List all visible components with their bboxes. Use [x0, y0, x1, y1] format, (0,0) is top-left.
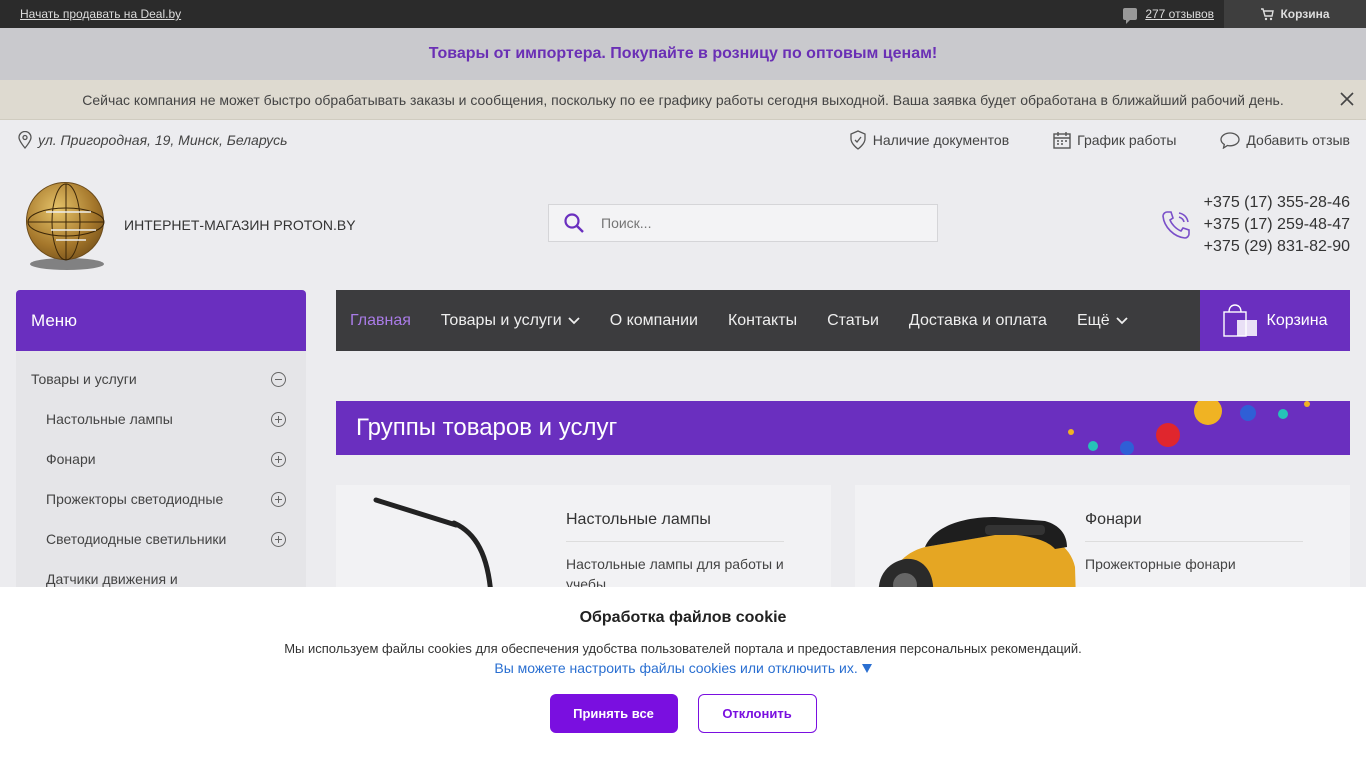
add-review-label: Добавить отзыв	[1246, 132, 1350, 148]
reviews-link[interactable]: 277 отзывов	[1145, 7, 1214, 21]
expand-icon[interactable]	[271, 451, 286, 467]
decor-dot	[1304, 401, 1310, 407]
documents-label: Наличие документов	[872, 132, 1010, 148]
close-icon[interactable]	[1338, 90, 1356, 108]
sidebar-item-label: Настольные лампы	[46, 411, 173, 427]
expand-icon[interactable]	[271, 491, 286, 507]
triangle-down-icon	[861, 664, 872, 673]
card-title[interactable]: Фонари	[1085, 511, 1303, 542]
cart-icon	[1261, 7, 1275, 20]
cookie-title: Обработка файлов cookie	[579, 609, 787, 626]
sidebar-item-floodlights[interactable]: Прожекторы светодиодные	[16, 479, 306, 519]
site-header: ИНТЕРНЕТ-МАГАЗИН PROTON.BY +375 (17) 355…	[0, 160, 1366, 290]
cookie-buttons: Принять все Отклонить	[0, 694, 1366, 733]
nav-cart-label: Корзина	[1266, 311, 1328, 329]
calendar-icon	[1053, 132, 1071, 149]
nav-products-label: Товары и услуги	[440, 311, 562, 329]
top-bar-right: 277 отзывов Корзина	[1123, 0, 1366, 28]
decor-dot	[1156, 423, 1180, 447]
nav-contacts[interactable]: Контакты	[728, 312, 797, 330]
main-nav: Главная Товары и услуги О компании Конта…	[336, 290, 1350, 351]
shield-check-icon	[850, 130, 866, 150]
sidebar-item-label: Фонари	[46, 451, 96, 467]
reviews-link-wrap[interactable]: 277 отзывов	[1123, 7, 1214, 24]
speech-bubble-icon	[1220, 131, 1241, 149]
globe-logo-icon	[24, 180, 108, 270]
phones: +375 (17) 355-28-46 +375 (17) 259-48-47 …	[1160, 194, 1350, 256]
chevron-down-icon	[1116, 316, 1128, 324]
schedule-label: График работы	[1077, 132, 1177, 148]
phone-number-1[interactable]: +375 (17) 355-28-46	[1204, 194, 1350, 212]
nav-home[interactable]: Главная	[350, 312, 411, 330]
nav-cart-button[interactable]: Корзина	[1200, 290, 1350, 351]
info-links: Наличие документов График работы Добавит…	[849, 130, 1350, 150]
groups-heading-text: Группы товаров и услуг	[356, 414, 618, 441]
decor-dot	[1278, 409, 1288, 419]
cookie-settings-link[interactable]: Вы можете настроить файлы cookies или от…	[0, 660, 1366, 676]
notice-text: Сейчас компания не может быстро обрабаты…	[82, 91, 1284, 108]
logo-text: ИНТЕРНЕТ-МАГАЗИН PROTON.BY	[124, 217, 356, 233]
expand-icon[interactable]	[271, 531, 286, 547]
schedule-link[interactable]: График работы	[1053, 131, 1176, 149]
address-text: ул. Пригородная, 19, Минск, Беларусь	[38, 132, 288, 148]
shopping-bag-icon	[1222, 303, 1257, 337]
phone-number-2[interactable]: +375 (17) 259-48-47	[1204, 216, 1350, 234]
comment-icon	[1123, 8, 1138, 24]
search-icon[interactable]	[563, 212, 585, 234]
top-bar: Начать продавать на Deal.by 277 отзывов …	[0, 0, 1366, 28]
phone-icon[interactable]	[1160, 209, 1192, 241]
sidebar-item-label: Светодиодные светильники	[46, 531, 227, 547]
documents-link[interactable]: Наличие документов	[849, 130, 1009, 150]
decor-dot	[1240, 405, 1256, 421]
nav-about[interactable]: О компании	[610, 312, 698, 330]
cookie-text: Мы используем файлы cookies для обеспече…	[284, 641, 1082, 656]
decline-button[interactable]: Отклонить	[697, 694, 817, 733]
sidebar-item-led-fixtures[interactable]: Светодиодные светильники	[16, 519, 306, 559]
decor-dot	[1068, 429, 1074, 435]
chevron-down-icon	[568, 316, 580, 324]
sidebar-item-products[interactable]: Товары и услуги	[16, 359, 306, 399]
sidebar-item-label: Товары и услуги	[31, 371, 137, 387]
phone-list: +375 (17) 355-28-46 +375 (17) 259-48-47 …	[1204, 194, 1350, 256]
decor-dot	[1120, 441, 1134, 455]
nav-more-label: Ещё	[1076, 311, 1110, 329]
nav-articles[interactable]: Статьи	[827, 312, 879, 330]
start-selling-link[interactable]: Начать продавать на Deal.by	[20, 7, 181, 21]
sidebar-item-table-lamps[interactable]: Настольные лампы	[16, 399, 306, 439]
sidebar-title: Меню	[16, 290, 306, 351]
nav-delivery[interactable]: Доставка и оплата	[909, 312, 1047, 330]
card-subgroup-link[interactable]: Прожекторные фонари	[1085, 554, 1303, 574]
sidebar-item-label: Прожекторы светодиодные	[46, 491, 224, 507]
search-input[interactable]	[601, 215, 901, 231]
cookie-banner: Обработка файлов cookie Мы используем фа…	[0, 587, 1366, 768]
logo[interactable]: ИНТЕРНЕТ-МАГАЗИН PROTON.BY	[24, 180, 356, 270]
closed-notice: Сейчас компания не может быстро обрабаты…	[0, 80, 1366, 120]
info-bar: ул. Пригородная, 19, Минск, Беларусь Нал…	[0, 120, 1366, 160]
cookie-settings-link-text: Вы можете настроить файлы cookies или от…	[494, 660, 858, 676]
sidebar-item-label: Датчики движения и	[46, 571, 178, 587]
groups-heading: Группы товаров и услуг	[336, 401, 1350, 455]
top-cart-button[interactable]: Корзина	[1224, 0, 1366, 28]
decor-dot	[1088, 441, 1098, 451]
search-box	[548, 204, 938, 242]
promo-banner: Товары от импортера. Покупайте в розницу…	[0, 28, 1366, 80]
sidebar-item-flashlights[interactable]: Фонари	[16, 439, 306, 479]
phone-number-3[interactable]: +375 (29) 831-82-90	[1204, 238, 1350, 256]
add-review-link[interactable]: Добавить отзыв	[1220, 131, 1350, 149]
nav-products[interactable]: Товары и услуги	[441, 312, 580, 330]
top-cart-label: Корзина	[1280, 7, 1330, 21]
nav-more[interactable]: Ещё	[1077, 312, 1128, 330]
location-pin-icon	[18, 131, 32, 149]
expand-icon[interactable]	[271, 411, 286, 427]
decor-dot	[1194, 401, 1222, 425]
accept-all-button[interactable]: Принять все	[549, 694, 678, 733]
address[interactable]: ул. Пригородная, 19, Минск, Беларусь	[18, 131, 288, 149]
card-title[interactable]: Настольные лампы	[566, 511, 784, 542]
collapse-icon[interactable]	[271, 371, 286, 387]
